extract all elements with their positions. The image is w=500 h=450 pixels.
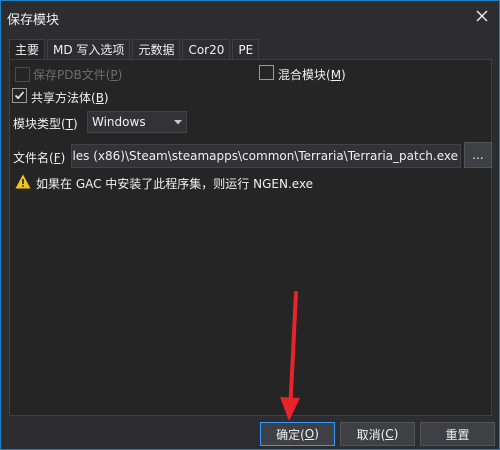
annotation-arrow [280, 291, 300, 421]
save-module-dialog: 保存模块 主要 MD 写入选项 元数据 Cor20 PE 保存PDB文件(P) … [0, 0, 500, 450]
